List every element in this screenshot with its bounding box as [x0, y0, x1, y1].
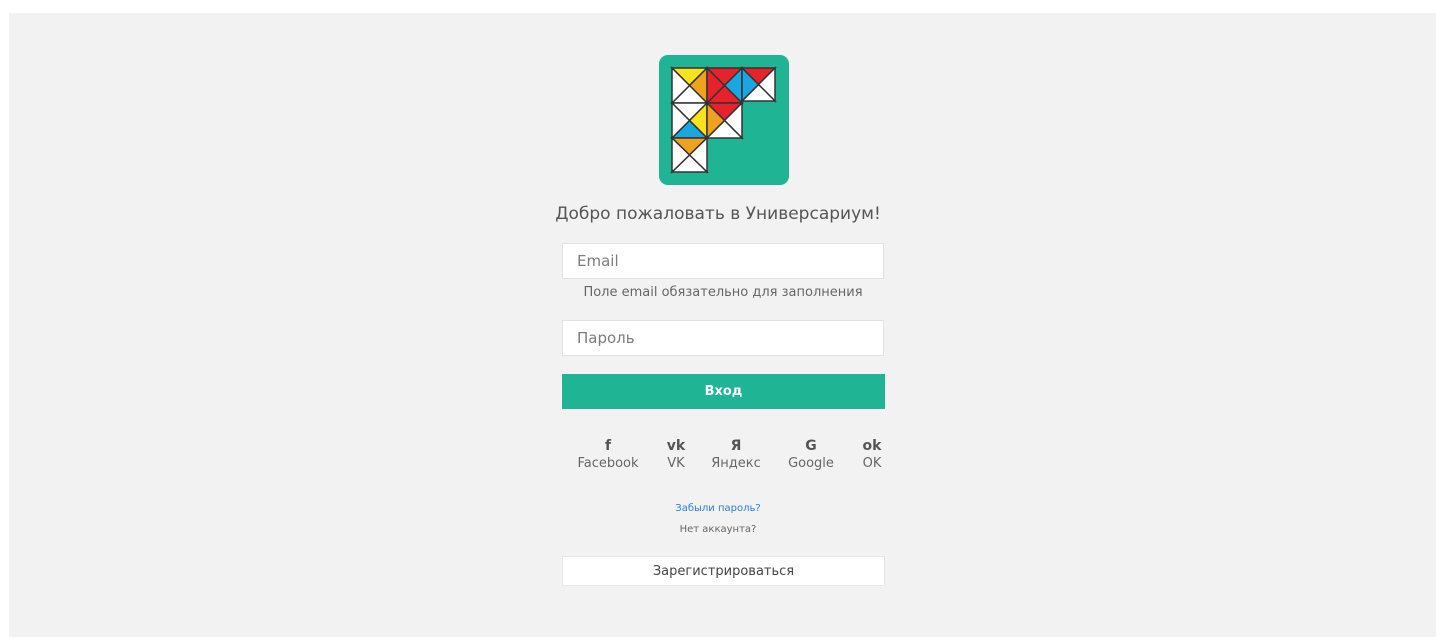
social-label: Яндекс: [711, 456, 761, 471]
social-label: Google: [788, 456, 834, 471]
social-label: VK: [667, 456, 685, 471]
social-google[interactable]: G Google: [783, 436, 839, 471]
google-icon: G: [805, 438, 817, 454]
social-facebook[interactable]: f Facebook: [572, 436, 644, 471]
ok-icon: ok: [862, 438, 882, 454]
vk-icon: vk: [666, 438, 686, 454]
register-button[interactable]: Зарегистрироваться: [562, 556, 885, 586]
email-error-message: Поле email обязательно для заполнения: [583, 285, 863, 300]
forgot-password-link[interactable]: Забыли пароль?: [0, 503, 1436, 514]
universarium-logo: [659, 55, 789, 185]
facebook-icon: f: [604, 438, 612, 454]
social-yandex[interactable]: Я Яндекс: [706, 436, 766, 471]
yandex-icon: Я: [730, 438, 742, 454]
email-field[interactable]: [562, 243, 884, 279]
no-account-text: Нет аккаунта?: [679, 524, 757, 535]
social-ok[interactable]: ok OK: [856, 436, 888, 471]
welcome-heading: Добро пожаловать в Универсариум!: [555, 204, 881, 224]
social-label: Facebook: [577, 456, 639, 471]
social-label: OK: [862, 456, 882, 471]
login-button[interactable]: Вход: [562, 374, 885, 409]
password-field[interactable]: [562, 320, 884, 356]
social-vk[interactable]: vk VK: [656, 436, 696, 471]
